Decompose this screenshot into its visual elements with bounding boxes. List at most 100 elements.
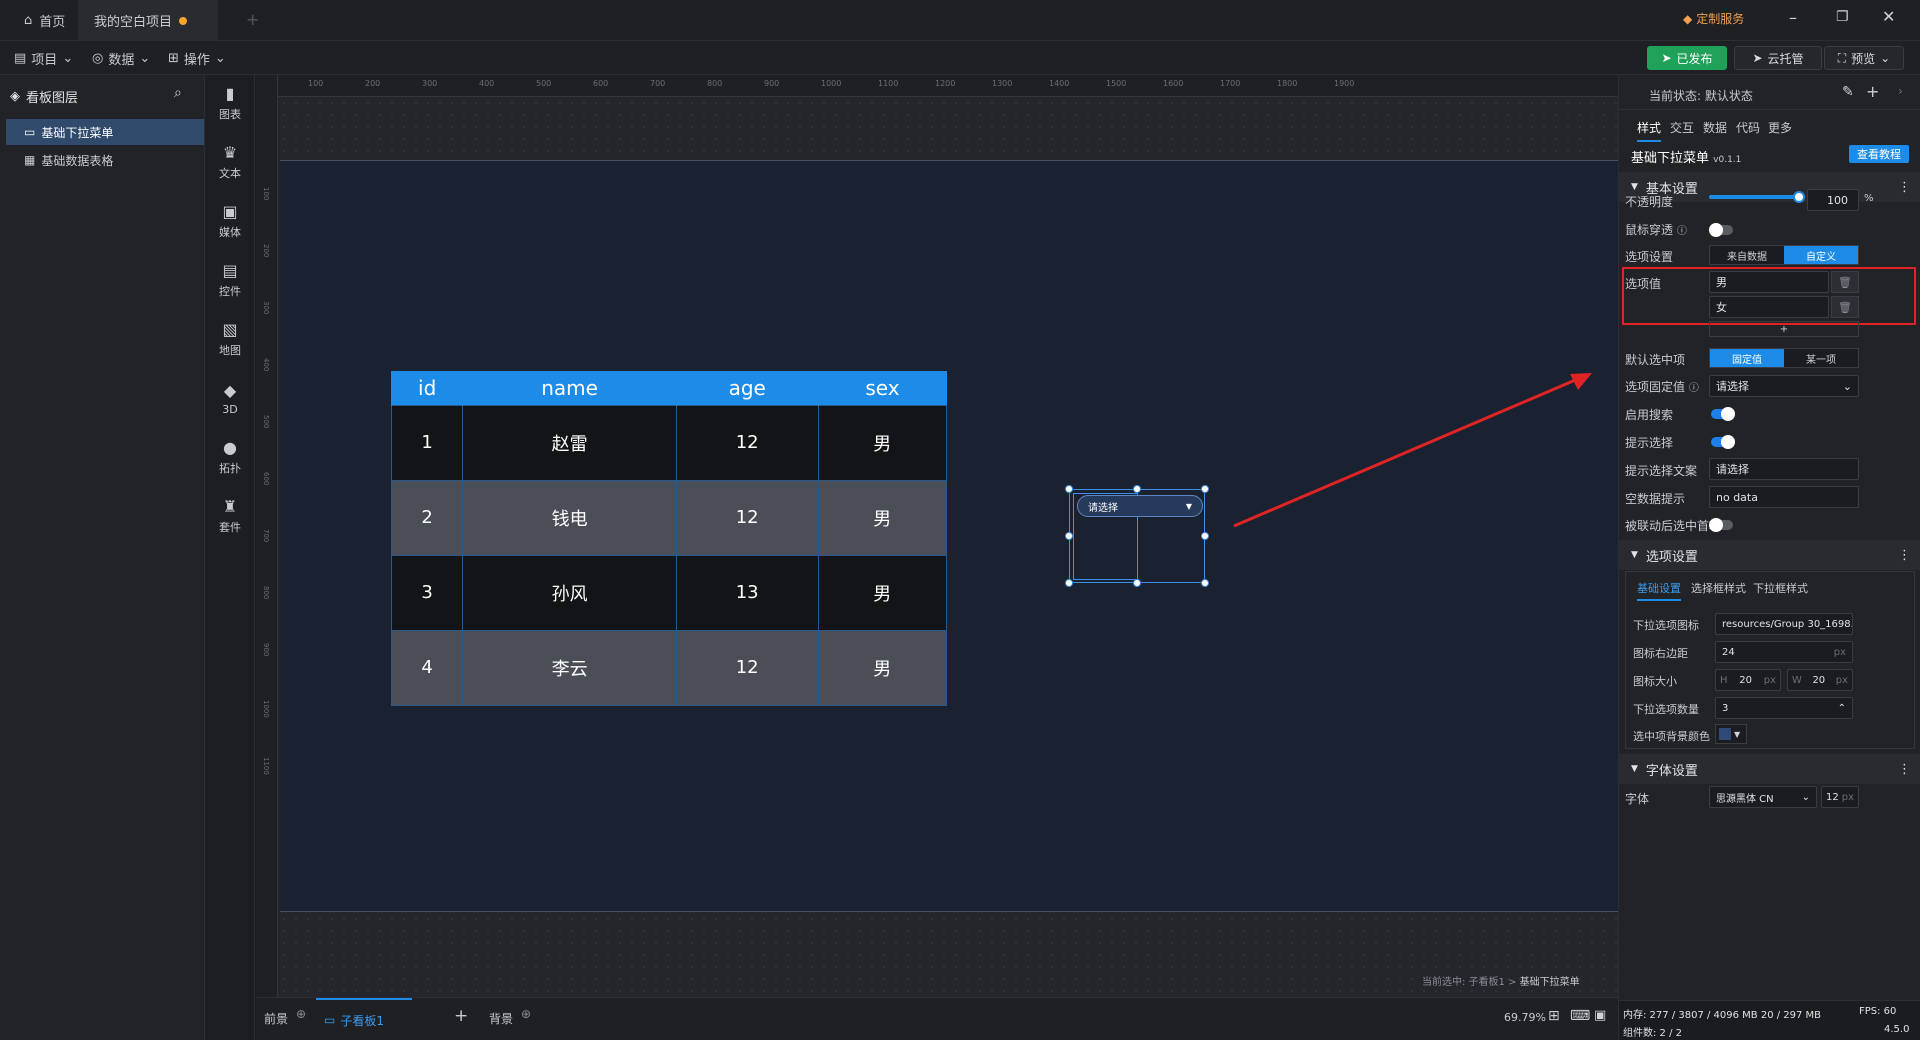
subtab-basic[interactable]: 基础设置 xyxy=(1637,580,1681,601)
font-family-select[interactable]: 思源黑体 CN ⌄ xyxy=(1709,786,1817,808)
tab-style[interactable]: 样式 xyxy=(1637,119,1662,142)
search-icon[interactable]: ⌕ xyxy=(174,85,182,101)
tab-home[interactable]: ⌂ 首页 xyxy=(8,0,81,41)
resize-handle[interactable] xyxy=(1201,485,1209,493)
opacity-input[interactable]: 100 xyxy=(1807,189,1859,211)
board-tab[interactable]: ▭ 子看板1 xyxy=(316,998,412,1040)
linked-first-toggle[interactable] xyxy=(1709,518,1733,532)
trash-icon[interactable]: 🗑 xyxy=(1831,271,1859,293)
empty-data-input[interactable]: no data xyxy=(1709,486,1859,508)
cloud-button[interactable]: ➤ 云托管 xyxy=(1734,46,1822,70)
help-icon: ⓘ xyxy=(1676,226,1687,237)
subtab-dropdown-style[interactable]: 下拉框样式 xyxy=(1753,580,1808,596)
trash-icon[interactable]: 🗑 xyxy=(1831,296,1859,318)
hint-text-input[interactable]: 请选择 xyxy=(1709,458,1859,480)
new-tab-icon[interactable]: + xyxy=(246,10,259,29)
3d-category[interactable]: ◆ 3D xyxy=(205,370,255,426)
custom-option[interactable]: 自定义 xyxy=(1784,246,1858,264)
tab-code[interactable]: 代码 xyxy=(1736,119,1760,136)
add-state-icon[interactable]: + xyxy=(1866,82,1879,101)
menu-project[interactable]: ▤ 项目 ⌄ xyxy=(14,41,73,75)
resize-handle[interactable] xyxy=(1133,485,1141,493)
add-background-icon[interactable]: ⊕ xyxy=(521,1007,531,1021)
tab-data[interactable]: 数据 xyxy=(1703,119,1727,136)
subtab-select-style[interactable]: 选择框样式 xyxy=(1691,580,1746,596)
add-front-icon[interactable]: ⊕ xyxy=(296,1007,306,1021)
option-value-input[interactable]: 男 xyxy=(1709,271,1829,293)
tab-more[interactable]: 更多 xyxy=(1768,119,1792,136)
ruler-tick-label: 500 xyxy=(536,79,552,88)
keyboard-icon[interactable]: ⌨ xyxy=(1570,1008,1590,1024)
text-category[interactable]: ♛ 文本 xyxy=(205,134,255,190)
opacity-slider[interactable] xyxy=(1709,191,1805,203)
selection-status-prefix: 当前选中: 子看板1 > xyxy=(1422,977,1517,988)
resize-handle[interactable] xyxy=(1065,532,1073,540)
more-vertical-icon[interactable]: ⋮ xyxy=(1898,762,1911,777)
table-cell: 12 xyxy=(675,629,819,706)
selected-bg-label: 选中项背景颜色 xyxy=(1633,730,1710,743)
fixed-value-option[interactable]: 固定值 xyxy=(1710,349,1784,367)
more-vertical-icon[interactable]: ⋮ xyxy=(1898,180,1911,195)
front-layer-tab[interactable]: 前景 xyxy=(264,1010,288,1027)
map-category[interactable]: ▧ 地图 xyxy=(205,311,255,367)
font-size-input[interactable]: 12 px xyxy=(1821,786,1859,808)
custom-service-button[interactable]: ◆ 定制服务 xyxy=(1683,10,1744,27)
fixed-value-label: 选项固定值 xyxy=(1625,380,1686,394)
media-category[interactable]: ▣ 媒体 xyxy=(205,193,255,249)
add-option-button[interactable]: + xyxy=(1709,321,1859,337)
tab-interaction[interactable]: 交互 xyxy=(1670,119,1694,136)
dropdown-icon-select[interactable]: resources/Group 30_1698... ⌄ xyxy=(1715,613,1853,635)
icon-width-input[interactable]: W 20 px xyxy=(1787,669,1853,691)
zoom-level[interactable]: 69.79% xyxy=(1504,1011,1546,1024)
fixed-value-select[interactable]: 请选择 ⌄ xyxy=(1709,375,1859,397)
resize-handle[interactable] xyxy=(1065,579,1073,587)
some-item-option[interactable]: 某一项 xyxy=(1784,349,1858,367)
tab-project[interactable]: 我的空白项目 xyxy=(78,0,218,41)
resize-handle[interactable] xyxy=(1065,485,1073,493)
add-board-button[interactable]: + xyxy=(454,1006,468,1026)
option-value-input[interactable]: 女 xyxy=(1709,296,1829,318)
selected-bg-color-picker[interactable]: ▼ xyxy=(1715,724,1747,744)
terminal-icon[interactable]: ▣ xyxy=(1594,1008,1606,1023)
icon-margin-input[interactable]: 24 px xyxy=(1715,641,1853,663)
dropdown-count-input[interactable]: 3 ⌃ xyxy=(1715,697,1853,719)
close-icon[interactable]: ✕ xyxy=(1882,7,1895,26)
preview-button[interactable]: ⛶ 预览 ⌄ xyxy=(1824,46,1904,70)
control-category[interactable]: ▤ 控件 xyxy=(205,252,255,308)
tutorial-button[interactable]: 查看教程 xyxy=(1849,145,1909,163)
kit-category[interactable]: ♜ 套件 xyxy=(205,488,255,544)
font-settings-section[interactable]: ▼ 字体设置 ⋮ xyxy=(1619,754,1920,784)
background-layer-tab[interactable]: 背景 xyxy=(489,1010,513,1027)
mouse-through-toggle[interactable] xyxy=(1709,223,1733,237)
menu-operate[interactable]: ⊞ 操作 ⌄ xyxy=(168,41,226,75)
more-vertical-icon[interactable]: ⋮ xyxy=(1898,548,1911,563)
opacity-slider-knob[interactable] xyxy=(1793,191,1805,203)
layer-panel-title: 看板图层 xyxy=(26,91,79,106)
minimize-icon[interactable]: – xyxy=(1789,8,1797,27)
restore-icon[interactable]: ❐ xyxy=(1836,9,1849,25)
chevron-right-icon[interactable]: › xyxy=(1898,84,1903,98)
icon-height-input[interactable]: H 20 px xyxy=(1715,669,1781,691)
published-button[interactable]: ➤ 已发布 xyxy=(1647,46,1727,70)
chart-category[interactable]: ▮ 图表 xyxy=(205,75,255,131)
opacity-value: 100 xyxy=(1827,193,1848,207)
edit-icon[interactable]: ✎ xyxy=(1842,84,1854,100)
fullscreen-icon: ⛶ xyxy=(1837,50,1847,65)
layer-item-dropdown[interactable]: ▭ 基础下拉菜单 xyxy=(6,119,204,145)
resize-handle[interactable] xyxy=(1133,579,1141,587)
source-data-option[interactable]: 来自数据 xyxy=(1710,246,1784,264)
fit-screen-icon[interactable]: ⊞ xyxy=(1548,1008,1560,1024)
ruler-tick-label: 1800 xyxy=(1277,79,1298,88)
canvas-area[interactable]: 100 200 300 400 500 600 700 800 900 1000 1100 1200 1… xyxy=(256,75,1618,997)
menu-data[interactable]: ◎ 数据 ⌄ xyxy=(92,41,150,75)
options-settings-section[interactable]: ▼ 选项设置 ⋮ xyxy=(1619,540,1920,570)
resize-handle[interactable] xyxy=(1201,579,1209,587)
data-table-widget[interactable]: id name age sex 1 赵雷 12 男 2 钱电 12 男 3 孙风 13 男 4 李云… xyxy=(390,371,947,706)
topology-category[interactable]: ● 拓扑 xyxy=(205,429,255,485)
hint-toggle[interactable] xyxy=(1711,435,1735,449)
stepper-up-icon[interactable]: ⌃ xyxy=(1838,703,1846,714)
shirt-icon: ♜ xyxy=(222,497,238,516)
layer-item-table[interactable]: ▦ 基础数据表格 xyxy=(6,147,204,173)
resize-handle[interactable] xyxy=(1201,532,1209,540)
search-toggle[interactable] xyxy=(1711,407,1735,421)
